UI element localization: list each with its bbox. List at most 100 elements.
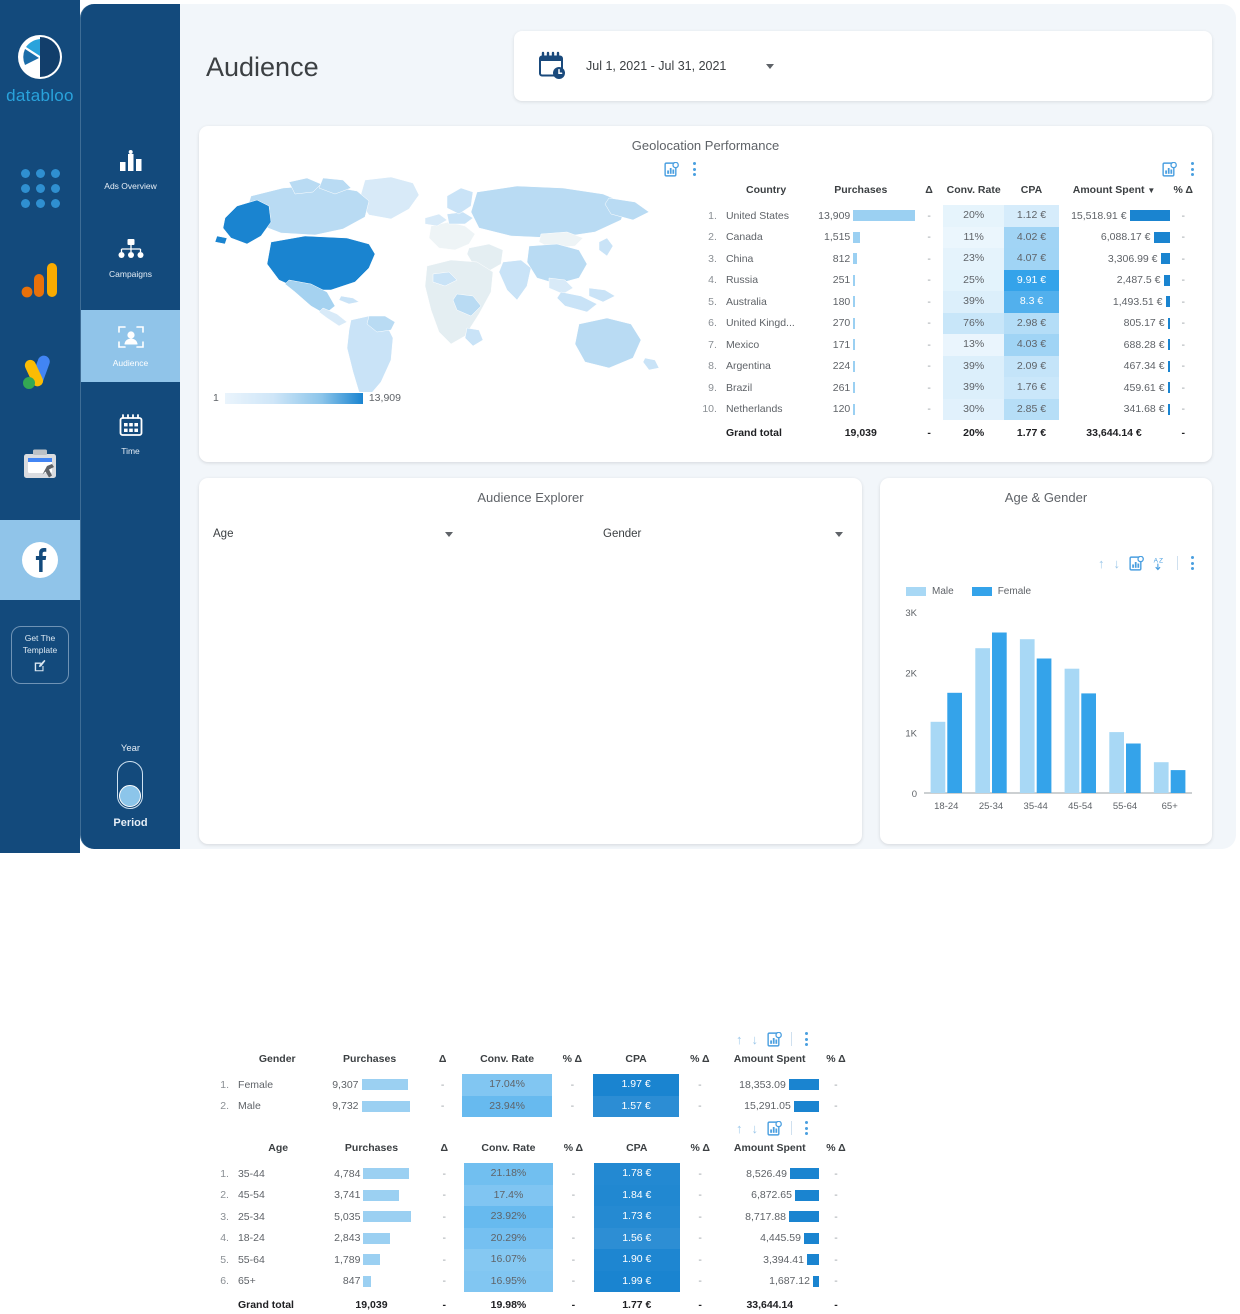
pct-delta-cell: - xyxy=(1170,227,1197,249)
table-row[interactable]: 6.65+847-16.95%-1.99 €-1,687.12- xyxy=(213,1271,853,1293)
geolocation-table[interactable]: CountryPurchasesΔConv. RateCPAAmount Spe… xyxy=(699,184,1197,442)
brand-logo[interactable]: databloo xyxy=(6,34,74,106)
cpa-cell: 1.99 € xyxy=(594,1271,680,1293)
table-row[interactable]: 7.Mexico171-13%4.03 €688.28 €- xyxy=(699,334,1197,356)
grand-total-purchases: 19,039 xyxy=(806,420,915,442)
sidebar-item-label: Campaigns xyxy=(109,269,152,279)
column-header[interactable]: Δ xyxy=(423,1053,463,1074)
apps-grid-icon[interactable] xyxy=(0,148,80,228)
column-header[interactable]: Δ xyxy=(425,1142,464,1163)
more-options-icon[interactable] xyxy=(689,160,700,178)
chart-settings-icon[interactable] xyxy=(767,1121,782,1136)
gender-table[interactable]: GenderPurchasesΔConv. Rate% ΔCPA% ΔAmoun… xyxy=(213,1053,853,1117)
table-row[interactable]: 5.Australia180-39%8.3 €1,493.51 €- xyxy=(699,291,1197,313)
column-header[interactable]: % Δ xyxy=(553,1142,594,1163)
cpa-cell: 1.78 € xyxy=(594,1163,680,1185)
table-row[interactable]: 2.45-543,741-17.4%-1.84 €-6,872.65- xyxy=(213,1185,853,1207)
sidebar-item-campaigns[interactable]: Campaigns xyxy=(81,222,181,294)
sort-descending-icon[interactable]: ↓ xyxy=(1114,557,1121,570)
world-choropleth-map[interactable]: 1 13,909 xyxy=(211,174,681,414)
chart-settings-icon[interactable] xyxy=(1162,162,1177,177)
column-header[interactable]: Purchases xyxy=(806,184,915,205)
bar-male-18-24 xyxy=(931,722,946,793)
period-toggle-knob[interactable] xyxy=(119,785,141,807)
column-header[interactable]: Δ xyxy=(915,184,943,205)
column-header[interactable] xyxy=(213,1053,236,1074)
table-row[interactable]: 1.Female9,307-17.04%-1.97 €-18,353.09- xyxy=(213,1074,853,1096)
table-row[interactable]: 1.United States13,909-20%1.12 €15,518.91… xyxy=(699,205,1197,227)
grand-total-conv-pct-delta: - xyxy=(553,1292,594,1314)
more-options-icon[interactable] xyxy=(1187,554,1198,572)
table-row[interactable]: 6.United Kingd...270-76%2.98 €805.17 €- xyxy=(699,313,1197,335)
column-header[interactable]: CPA xyxy=(1004,184,1058,205)
get-template-button[interactable]: Get The Template xyxy=(11,626,69,684)
sort-ascending-icon[interactable]: ↑ xyxy=(736,1122,743,1135)
table-row[interactable]: 8.Argentina224-39%2.09 €467.34 €- xyxy=(699,356,1197,378)
sidebar-item-audience[interactable]: Audience xyxy=(81,310,181,382)
amount-spent-cell: 805.17 € xyxy=(1059,313,1170,335)
period-toggle[interactable] xyxy=(117,761,143,809)
more-options-icon[interactable] xyxy=(1187,160,1198,178)
column-header[interactable]: Amount Spent ▼ xyxy=(1059,184,1170,205)
sort-descending-icon[interactable]: ↓ xyxy=(752,1033,759,1046)
column-header[interactable]: CPA xyxy=(593,1053,679,1074)
more-options-icon[interactable] xyxy=(801,1030,812,1048)
chevron-down-icon[interactable] xyxy=(766,64,774,69)
table-row[interactable]: 4.18-242,843-20.29%-1.56 €-4,445.59- xyxy=(213,1228,853,1250)
column-header[interactable]: Conv. Rate xyxy=(464,1142,553,1163)
table-row[interactable]: 2.Male9,732-23.94%-1.57 €-15,291.05- xyxy=(213,1096,853,1118)
table-row[interactable]: 5.55-641,789-16.07%-1.90 €-3,394.41- xyxy=(213,1249,853,1271)
column-header[interactable]: % Δ xyxy=(552,1053,593,1074)
table-row[interactable]: 3.25-345,035-23.92%-1.73 €-8,717.88- xyxy=(213,1206,853,1228)
column-header[interactable]: % Δ xyxy=(819,1142,853,1163)
table-row[interactable]: 4.Russia251-25%9.91 €2,487.5 €- xyxy=(699,270,1197,292)
column-header[interactable]: Amount Spent xyxy=(720,1053,818,1074)
sort-ascending-icon[interactable]: ↑ xyxy=(1098,557,1105,570)
chart-settings-icon[interactable] xyxy=(1129,556,1144,571)
sort-descending-icon[interactable]: ↓ xyxy=(752,1122,759,1135)
column-header[interactable]: Conv. Rate xyxy=(943,184,1005,205)
column-header[interactable]: % Δ xyxy=(679,1053,720,1074)
column-header[interactable]: Country xyxy=(724,184,806,205)
column-header[interactable]: Age xyxy=(236,1142,318,1163)
table-row[interactable]: 2.Canada1,515-11%4.02 €6,088.17 €- xyxy=(699,227,1197,249)
grand-total-cpa: 1.77 € xyxy=(594,1292,680,1314)
google-analytics-icon[interactable] xyxy=(0,240,80,320)
column-header[interactable] xyxy=(699,184,724,205)
column-header[interactable]: Purchases xyxy=(318,1142,424,1163)
legend-item-male[interactable]: Male xyxy=(906,586,954,597)
value-bar xyxy=(853,210,915,221)
chevron-down-icon[interactable] xyxy=(835,532,843,537)
column-header[interactable]: CPA xyxy=(594,1142,680,1163)
sidebar-item-ads-overview[interactable]: Ads Overview xyxy=(81,134,181,206)
age-gender-bar-chart[interactable]: 01K2K3K18-2425-3435-4445-5455-6465+ xyxy=(894,604,1198,819)
delta-cell: - xyxy=(915,356,943,378)
chevron-down-icon[interactable] xyxy=(445,532,453,537)
google-tag-manager-icon[interactable] xyxy=(0,424,80,504)
column-header[interactable]: Conv. Rate xyxy=(462,1053,551,1074)
table-row[interactable]: 1.35-444,784-21.18%-1.78 €-8,526.49- xyxy=(213,1163,853,1185)
column-header[interactable]: % Δ xyxy=(680,1142,721,1163)
table-row[interactable]: 9.Brazil261-39%1.76 €459.61 €- xyxy=(699,377,1197,399)
date-range-picker[interactable]: Jul 1, 2021 - Jul 31, 2021 xyxy=(514,31,1212,101)
dimension-select-age[interactable]: Age xyxy=(213,528,453,540)
legend-item-female[interactable]: Female xyxy=(972,586,1031,597)
age-table[interactable]: AgePurchasesΔConv. Rate% ΔCPA% ΔAmount S… xyxy=(213,1142,853,1314)
table-row[interactable]: 3.China812-23%4.07 €3,306.99 €- xyxy=(699,248,1197,270)
facebook-icon[interactable] xyxy=(0,520,80,600)
sidebar-item-time[interactable]: Time xyxy=(81,398,181,470)
column-header[interactable]: % Δ xyxy=(1170,184,1197,205)
chart-settings-icon[interactable] xyxy=(767,1032,782,1047)
column-header[interactable] xyxy=(213,1142,236,1163)
dimension-select-gender[interactable]: Gender xyxy=(603,528,843,540)
more-options-icon[interactable] xyxy=(801,1119,812,1137)
column-header[interactable]: % Δ xyxy=(819,1053,853,1074)
column-header[interactable]: Amount Spent xyxy=(721,1142,819,1163)
table-row[interactable]: 10.Netherlands120-30%2.85 €341.68 €- xyxy=(699,399,1197,421)
column-header[interactable]: Purchases xyxy=(317,1053,423,1074)
sort-ascending-icon[interactable]: ↑ xyxy=(736,1033,743,1046)
column-header[interactable]: Gender xyxy=(236,1053,316,1074)
sort-alpha-icon[interactable]: A Z xyxy=(1153,556,1168,571)
cell-value: 270 xyxy=(806,317,850,329)
google-ads-icon[interactable] xyxy=(0,332,80,412)
